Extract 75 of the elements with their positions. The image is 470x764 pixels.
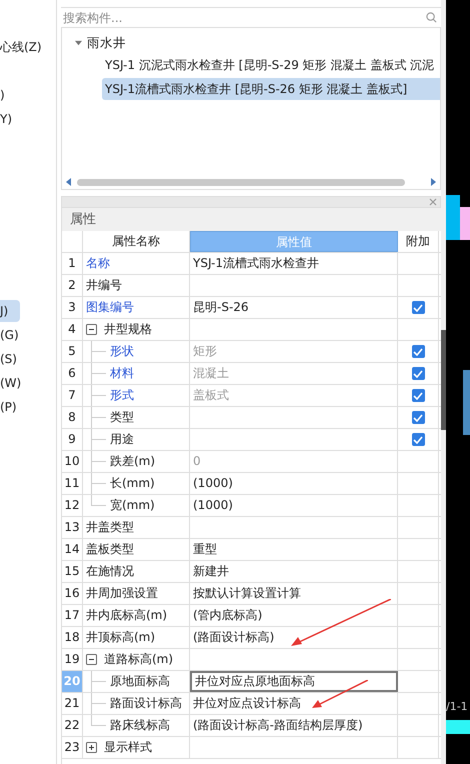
row-number: 6 [62, 363, 83, 384]
property-value: (1000) [190, 473, 398, 494]
property-value: 0 [190, 451, 398, 472]
row-number: 20 [62, 671, 83, 692]
property-value[interactable]: 井位对应点原地面标高 [190, 671, 398, 692]
sidebar-item[interactable]: (S) [0, 348, 29, 370]
property-value: 矩形 [190, 341, 398, 362]
property-name: 在施情况 [86, 563, 134, 580]
row-number: 4 [62, 319, 83, 340]
row-number: 15 [62, 561, 83, 582]
property-name: 井内底标高(m) [86, 607, 168, 624]
property-value: 新建井 [190, 561, 398, 582]
property-value: 混凝土 [190, 363, 398, 384]
row-number: 9 [62, 429, 83, 450]
row-number: 10 [62, 451, 83, 472]
row-number: 19 [62, 649, 83, 670]
property-name: 道路标高(m) [104, 651, 174, 668]
row-number: 13 [62, 517, 83, 538]
property-name: 图集编号 [86, 299, 134, 316]
row-number: 1 [62, 253, 83, 274]
canvas-label: /1-1 [446, 700, 468, 713]
sidebar-item[interactable]: (G) [0, 324, 31, 346]
property-name: 井编号 [86, 277, 122, 294]
property-name: 类型 [110, 409, 134, 426]
property-value: YSJ-1流槽式雨水检查井 [190, 253, 398, 274]
property-name: 形式 [110, 387, 134, 404]
row-number: 22 [62, 715, 83, 736]
panel-title: 属性 [61, 208, 441, 231]
property-name: 形状 [110, 343, 134, 360]
property-value: 重型 [190, 539, 398, 560]
property-value: 盖板式 [190, 385, 398, 406]
row-number: 3 [62, 297, 83, 318]
sidebar-item[interactable]: (W) [0, 372, 34, 394]
property-name: 显示样式 [104, 739, 152, 756]
property-name: 路面设计标高 [110, 695, 182, 712]
row-number: 12 [62, 495, 83, 516]
sidebar-item[interactable]: Y) [0, 108, 24, 130]
tree-item[interactable]: YSJ-1 沉泥式雨水检查井 [昆明-S-29 矩形 混凝土 盖板式 沉泥 [102, 54, 440, 76]
property-name: 井型规格 [104, 321, 152, 338]
property-name: 井周加强设置 [86, 585, 158, 602]
row-number: 8 [62, 407, 83, 428]
property-name: 井盖类型 [86, 519, 134, 536]
property-name: 原地面标高 [110, 673, 170, 690]
row-number: 18 [62, 627, 83, 648]
sidebar-item[interactable]: (P) [0, 396, 29, 418]
row-number: 17 [62, 605, 83, 626]
property-name: 盖板类型 [86, 541, 134, 558]
drawing-canvas[interactable]: /1-1 [446, 0, 470, 764]
header-cell: 属性值 [190, 231, 398, 252]
row-number: 7 [62, 385, 83, 406]
row-number: 16 [62, 583, 83, 604]
row-number: 11 [62, 473, 83, 494]
header-cell: 附加 [398, 231, 439, 252]
row-number: 2 [62, 275, 83, 296]
property-value: (路面设计标高-路面结构层厚度) [190, 715, 398, 736]
property-name: 跌差(m) [110, 453, 156, 470]
property-name: 宽(mm) [110, 497, 155, 514]
row-number: 21 [62, 693, 83, 714]
tree-group-label[interactable]: 雨水井 [87, 34, 126, 52]
property-value: 昆明-S-26 [190, 297, 398, 318]
property-value: 按默认计算设置计算 [190, 583, 398, 604]
property-name: 材料 [110, 365, 134, 382]
row-number: 23 [62, 737, 83, 758]
property-name: 井顶标高(m) [86, 629, 156, 646]
sidebar-item[interactable]: ) [0, 84, 17, 106]
property-value: (1000) [190, 495, 398, 516]
property-value: (管内底标高) [190, 605, 398, 626]
sidebar-item[interactable]: 心线(Z) [0, 36, 54, 58]
property-name: 长(mm) [110, 475, 155, 492]
property-name: 路床线标高 [110, 717, 170, 734]
row-number: 5 [62, 341, 83, 362]
row-number: 14 [62, 539, 83, 560]
property-name: 用途 [110, 431, 134, 448]
tree-item[interactable]: YSJ-1流槽式雨水检查井 [昆明-S-26 矩形 混凝土 盖板式] [102, 78, 440, 100]
property-name: 名称 [86, 255, 110, 272]
